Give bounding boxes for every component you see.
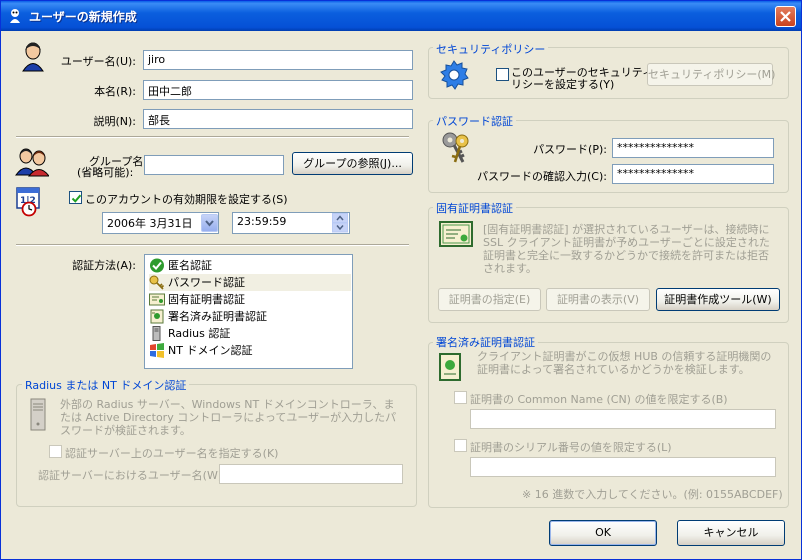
server-icon bbox=[152, 326, 161, 341]
username-label: ユーザー名(U): bbox=[60, 55, 136, 68]
expiry-date-value: 2006年 3月31日 bbox=[107, 217, 193, 230]
security-policy-button[interactable]: セキュリティポリシー(M) bbox=[647, 63, 775, 86]
cert-specify-button[interactable]: 証明書の指定(E) bbox=[438, 288, 541, 311]
group-browse-button[interactable]: グループの参照(J)... bbox=[292, 152, 413, 175]
policy-checkbox-label-line2[interactable]: リシーを設定する(Y) bbox=[511, 76, 614, 92]
username-input[interactable]: jiro bbox=[143, 50, 413, 70]
realname-input[interactable]: 田中二郎 bbox=[143, 80, 413, 100]
description-label: 説明(N): bbox=[93, 115, 136, 128]
cn-checkbox-label[interactable]: 証明書の Common Name (CN) の値を限定する(B) bbox=[470, 391, 728, 407]
radius-username-label: 認証サーバーにおけるユーザー名(W): bbox=[38, 469, 226, 482]
auth-method-label: 固有証明書認証 bbox=[168, 293, 245, 306]
cert-view-button[interactable]: 証明書の表示(V) bbox=[546, 288, 650, 311]
window-title: ユーザーの新規作成 bbox=[29, 10, 137, 24]
cert-create-tool-button[interactable]: 証明書作成ツール(W) bbox=[656, 288, 780, 311]
serial-input[interactable] bbox=[470, 457, 776, 477]
user-create-dialog: ユーザーの新規作成 ユーザー名(U): jiro 本名(R): 田中二郎 説明(… bbox=[0, 0, 802, 560]
separator bbox=[16, 136, 409, 138]
cn-checkbox[interactable] bbox=[454, 391, 467, 404]
signed-cert-description: クライアント証明書がこの仮想 HUB の信頼する証明機関の証明書によって署名され… bbox=[477, 350, 772, 376]
policy-group-title: セキュリティポリシー bbox=[433, 41, 549, 57]
title-bar[interactable]: ユーザーの新規作成 bbox=[1, 1, 801, 31]
nt-domain-icon bbox=[150, 343, 164, 358]
keys-icon bbox=[442, 132, 469, 163]
auth-method-nt-domain[interactable]: NT ドメイン認証 bbox=[149, 342, 351, 359]
confirm-password-label: パスワードの確認入力(C): bbox=[477, 170, 607, 183]
group-icon bbox=[15, 148, 49, 177]
auth-method-label: NT ドメイン認証 bbox=[168, 344, 253, 357]
auth-method-label: 署名済み証明書認証 bbox=[168, 310, 267, 323]
auth-method-password[interactable]: パスワード認証 bbox=[149, 274, 351, 291]
password-input[interactable]: ************** bbox=[612, 138, 774, 158]
password-label: パスワード(P): bbox=[533, 143, 607, 156]
signed-cert-group-title: 署名済み証明書認証 bbox=[433, 334, 538, 350]
auth-method-signed-certificate[interactable]: 署名済み証明書認証 bbox=[149, 308, 351, 325]
auth-method-label: パスワード認証 bbox=[168, 276, 245, 289]
radius-username-checkbox[interactable] bbox=[49, 445, 62, 458]
serial-checkbox-label[interactable]: 証明書のシリアル番号の値を限定する(L) bbox=[470, 439, 672, 455]
cert-description: [固有証明書認証] が選択されているユーザーは、接続時に SSL クライアント証… bbox=[483, 223, 770, 275]
signed-certificate-icon bbox=[439, 353, 461, 381]
confirm-password-input[interactable]: ************** bbox=[612, 164, 774, 184]
group-input[interactable] bbox=[144, 155, 284, 175]
description-input[interactable]: 部長 bbox=[143, 109, 413, 129]
expiry-time-value: 23:59:59 bbox=[237, 215, 287, 228]
separator bbox=[16, 244, 409, 246]
date-dropdown-button[interactable] bbox=[201, 214, 218, 232]
auth-method-label: Radius 認証 bbox=[168, 327, 231, 340]
auth-method-label: 匿名認証 bbox=[168, 259, 212, 272]
chevron-down-icon bbox=[205, 220, 214, 227]
green-check-icon bbox=[150, 258, 164, 273]
auth-method-certificate[interactable]: 固有証明書認証 bbox=[149, 291, 351, 308]
auth-method-list[interactable]: 匿名認証 パスワード認証 固有証明書認証 署名済み証明書認証 Radius 認証… bbox=[144, 254, 353, 369]
key-icon bbox=[149, 275, 165, 290]
policy-checkbox[interactable] bbox=[496, 68, 509, 81]
expiry-checkbox-label[interactable]: このアカウントの有効期限を設定する(S) bbox=[85, 191, 288, 207]
radius-group-title: Radius または NT ドメイン認証 bbox=[22, 377, 190, 393]
cancel-button[interactable]: キャンセル bbox=[677, 520, 785, 546]
app-icon bbox=[10, 9, 20, 23]
radius-username-checkbox-label[interactable]: 認証サーバー上のユーザー名を指定する(K) bbox=[65, 445, 278, 461]
signed-certificate-icon bbox=[150, 309, 164, 324]
expiry-checkbox[interactable] bbox=[69, 191, 82, 204]
group-label-line2: (省略可能): bbox=[77, 166, 134, 179]
cn-input[interactable] bbox=[470, 409, 776, 429]
cert-group-title: 固有証明書認証 bbox=[433, 200, 516, 216]
calendar-clock-icon: 1|2 bbox=[16, 187, 40, 217]
serial-checkbox[interactable] bbox=[454, 439, 467, 452]
ok-button[interactable]: OK bbox=[549, 520, 657, 546]
server-icon bbox=[30, 398, 46, 431]
radius-description: 外部の Radius サーバー、Windows NT ドメインコントローラ、また… bbox=[60, 398, 397, 437]
close-button[interactable] bbox=[775, 6, 796, 27]
check-icon bbox=[71, 194, 82, 203]
radius-username-input[interactable] bbox=[219, 464, 403, 484]
serial-hint: ※ 16 進数で入力してください。(例: 0155ABCDEF) bbox=[522, 488, 783, 501]
certificate-icon bbox=[149, 293, 165, 306]
certificate-icon bbox=[439, 221, 473, 247]
auth-method-label: 認証方法(A): bbox=[72, 259, 136, 272]
gear-icon bbox=[440, 60, 469, 90]
auth-method-anonymous[interactable]: 匿名認証 bbox=[149, 257, 351, 274]
close-icon bbox=[780, 11, 791, 22]
auth-method-radius[interactable]: Radius 認証 bbox=[149, 325, 351, 342]
password-group-title: パスワード認証 bbox=[433, 113, 516, 129]
time-spinner[interactable] bbox=[332, 213, 348, 233]
realname-label: 本名(R): bbox=[94, 85, 136, 98]
